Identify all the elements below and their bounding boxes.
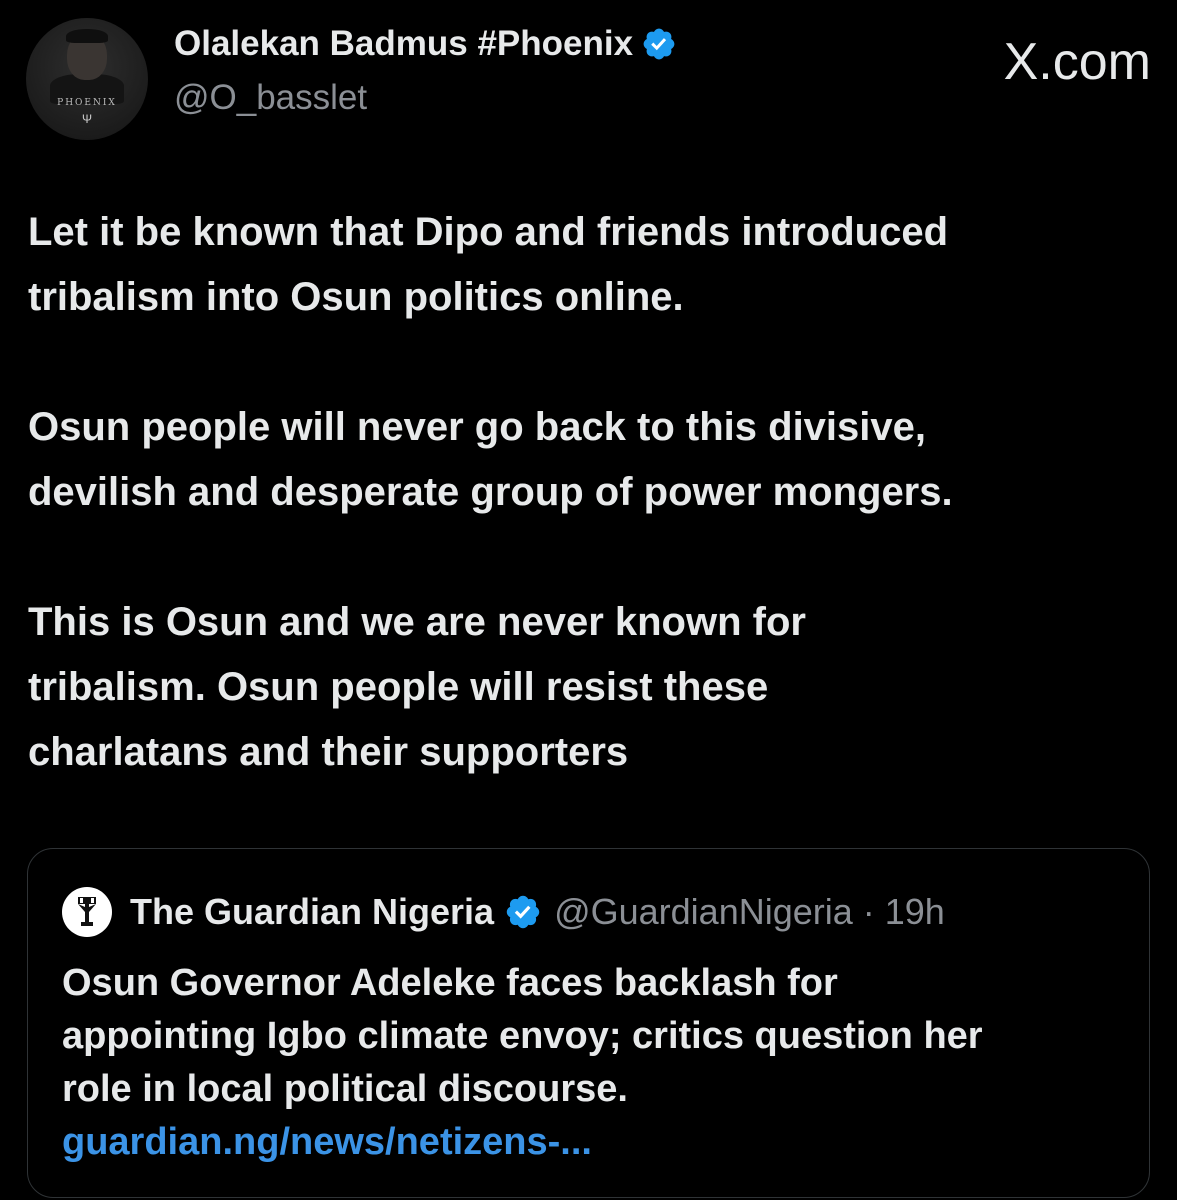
guardian-logo-icon [78, 897, 96, 926]
quoted-tweet-header: The Guardian Nigeria @GuardianNigeria · … [62, 887, 945, 937]
tweet-paragraph: Let it be known that Dipo and friends in… [28, 200, 1148, 330]
tweet-line: Osun people will never go back to this d… [28, 405, 927, 449]
tweet-paragraph: Osun people will never go back to this d… [28, 395, 1148, 525]
tweet-line: charlatans and their supporters [28, 730, 629, 774]
author-display-name[interactable]: Olalekan Badmus #Phoenix [174, 24, 633, 64]
quoted-author-name[interactable]: The Guardian Nigeria [130, 891, 494, 933]
quoted-tweet-card[interactable]: The Guardian Nigeria @GuardianNigeria · … [27, 848, 1150, 1198]
author-avatar[interactable]: PHOENIX Ψ [26, 18, 148, 140]
avatar-trident-icon: Ψ [81, 112, 93, 126]
tweet-line: Let it be known that Dipo and friends in… [28, 210, 948, 254]
quoted-author-avatar[interactable] [62, 887, 112, 937]
tweet-line: tribalism into Osun politics online. [28, 275, 684, 319]
tweet-line: tribalism. Osun people will resist these [28, 665, 769, 709]
avatar-figure-hair [66, 29, 108, 43]
site-watermark: X.com [1003, 33, 1151, 91]
tweet-header: PHOENIX Ψ Olalekan Badmus #Phoenix @O_ba… [26, 18, 1151, 140]
tweet-line: This is Osun and we are never known for [28, 600, 806, 644]
quoted-tweet-line: appointing Igbo climate envoy; critics q… [62, 1015, 983, 1057]
quoted-tweet-body: Osun Governor Adeleke faces backlash for… [62, 957, 1132, 1169]
quoted-tweet-line: role in local political discourse. [62, 1068, 628, 1110]
tweet-body: Let it be known that Dipo and friends in… [28, 200, 1148, 785]
tweet-paragraph: This is Osun and we are never known for … [28, 590, 1148, 785]
quoted-tweet-link[interactable]: guardian.ng/news/netizens-... [62, 1116, 1132, 1169]
verified-badge-icon [643, 28, 675, 60]
quoted-tweet-line: Osun Governor Adeleke faces backlash for [62, 962, 838, 1004]
quoted-author-handle-time[interactable]: @GuardianNigeria · 19h [554, 891, 945, 933]
verified-badge-icon [506, 895, 540, 929]
author-name-row: Olalekan Badmus #Phoenix [174, 24, 677, 64]
author-handle[interactable]: @O_basslet [174, 78, 367, 118]
avatar-logo-text: PHOENIX [57, 98, 117, 108]
tweet-line: devilish and desperate group of power mo… [28, 470, 953, 514]
